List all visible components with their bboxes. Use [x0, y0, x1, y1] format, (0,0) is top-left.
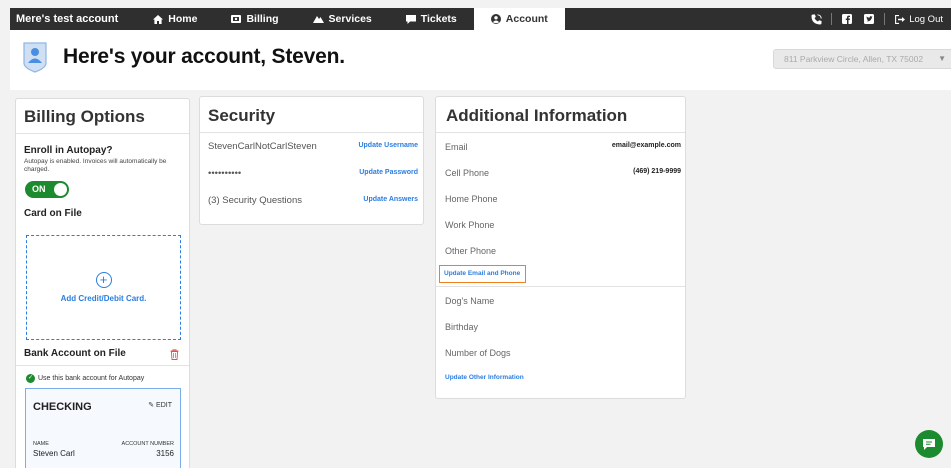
nav-billing-label: Billing	[246, 13, 279, 25]
cell-phone-label: Cell Phone	[445, 168, 490, 178]
nav-services-label: Services	[328, 13, 372, 25]
name-label: NAME	[33, 441, 49, 447]
chat-icon	[923, 438, 935, 450]
email-value: email@example.com	[611, 142, 681, 149]
autopay-heading: Enroll in Autopay?	[24, 145, 113, 156]
trash-icon[interactable]	[170, 349, 179, 360]
account-icon	[490, 14, 501, 24]
autopay-toggle[interactable]: ON	[25, 181, 69, 198]
toggle-knob	[54, 183, 67, 196]
use-bank-autopay: ✓ Use this bank account for Autopay	[26, 374, 144, 383]
use-bank-label: Use this bank account for Autopay	[38, 375, 145, 382]
logout-button[interactable]: Log Out	[889, 14, 951, 25]
security-row-questions: (3) Security Questions Update Answers	[208, 195, 418, 209]
tickets-icon	[405, 14, 416, 24]
billing-options-panel: Billing Options Enroll in Autopay? Autop…	[15, 98, 190, 468]
nav-separator	[831, 13, 833, 25]
autopay-toggle-label: ON	[32, 184, 46, 194]
check-circle-icon: ✓	[26, 374, 35, 383]
update-username-link[interactable]: Update Username	[358, 142, 418, 149]
divider	[16, 133, 189, 134]
other-phone-label: Other Phone	[445, 246, 497, 256]
info-row-birthday: Birthday	[445, 322, 681, 336]
info-row-other: Other Phone	[445, 246, 681, 260]
nav-account-label: Account	[505, 13, 548, 25]
page-header: Here's your account, Steven. 811 Parkvie…	[10, 30, 951, 90]
divider	[16, 365, 189, 366]
nav-home-label: Home	[168, 13, 198, 25]
account-number-label: ACCOUNT NUMBER	[121, 441, 174, 447]
billing-icon	[231, 15, 242, 23]
cell-phone-value: (469) 219-9999	[633, 168, 681, 175]
divider	[436, 132, 685, 133]
bank-account-heading: Bank Account on File	[24, 348, 126, 359]
info-row-work: Work Phone	[445, 220, 681, 234]
page-title: Here's your account, Steven.	[63, 45, 345, 68]
email-label: Email	[445, 142, 468, 152]
autopay-description: Autopay is enabled. Invoices will automa…	[24, 158, 167, 173]
divider	[200, 132, 423, 133]
nav-billing[interactable]: Billing	[214, 8, 295, 30]
edit-account-button[interactable]: ✎ EDIT	[148, 401, 172, 409]
twitter-icon[interactable]	[858, 8, 880, 30]
username-value: StevenCarlNotCarlSteven	[208, 141, 317, 152]
edit-label: EDIT	[156, 402, 172, 409]
nav-home[interactable]: Home	[136, 8, 214, 30]
logout-label: Log Out	[909, 13, 943, 25]
security-title: Security	[208, 106, 276, 125]
additional-info-panel: Additional Information Email email@examp…	[435, 96, 686, 399]
home-icon	[153, 14, 164, 24]
billing-options-title: Billing Options	[24, 107, 145, 126]
additional-info-title: Additional Information	[446, 106, 628, 125]
services-icon	[312, 16, 324, 23]
phone-icon[interactable]	[805, 8, 827, 30]
info-row-number-of-dogs: Number of Dogs	[445, 348, 681, 362]
user-avatar-icon	[23, 42, 47, 73]
nav-tickets-label: Tickets	[420, 13, 457, 25]
add-card-label: Add Credit/Debit Card.	[60, 294, 147, 303]
security-questions-value: (3) Security Questions	[208, 195, 302, 206]
update-email-phone-link[interactable]: Update Email and Phone	[439, 265, 526, 283]
nav-account[interactable]: Account	[473, 8, 565, 30]
birthday-label: Birthday	[445, 322, 479, 332]
info-row-cell: Cell Phone (469) 219-9999	[445, 168, 681, 182]
account-name: Steven Carl	[33, 449, 75, 458]
update-other-info-link[interactable]: Update Other Information	[445, 374, 524, 381]
bank-account-card[interactable]: CHECKING ✎ EDIT NAME Steven Carl ACCOUNT…	[25, 388, 181, 468]
facebook-icon[interactable]	[836, 8, 858, 30]
chat-button[interactable]	[915, 430, 943, 458]
password-value: ••••••••••	[208, 168, 242, 179]
info-row-dogs-name: Dog's Name	[445, 296, 681, 310]
work-phone-label: Work Phone	[445, 220, 495, 230]
address-select-value: 811 Parkview Circle, Allen, TX 75002	[784, 54, 924, 64]
account-number: 3156	[156, 449, 174, 458]
nav-separator	[884, 13, 886, 25]
home-phone-label: Home Phone	[445, 194, 498, 204]
update-answers-link[interactable]: Update Answers	[363, 196, 418, 203]
number-of-dogs-label: Number of Dogs	[445, 348, 511, 358]
nav-services[interactable]: Services	[296, 8, 389, 30]
address-select[interactable]: 811 Parkview Circle, Allen, TX 75002 ▼	[773, 49, 951, 69]
account-brand[interactable]: Mere's test account	[10, 8, 136, 30]
nav-tickets[interactable]: Tickets	[389, 8, 474, 30]
pencil-icon: ✎	[148, 402, 155, 409]
security-panel: Security StevenCarlNotCarlSteven Update …	[199, 96, 424, 225]
add-card-button[interactable]: + Add Credit/Debit Card.	[26, 235, 181, 340]
security-row-password: •••••••••• Update Password	[208, 168, 418, 182]
logout-icon	[895, 14, 906, 24]
plus-circle-icon: +	[95, 272, 112, 288]
divider	[436, 286, 685, 287]
card-on-file-heading: Card on File	[24, 208, 82, 219]
info-row-email: Email email@example.com	[445, 142, 681, 156]
dogs-name-label: Dog's Name	[445, 296, 495, 306]
update-password-link[interactable]: Update Password	[359, 169, 418, 176]
security-row-username: StevenCarlNotCarlSteven Update Username	[208, 141, 418, 155]
top-nav: Mere's test account Home Billing Service…	[10, 8, 951, 30]
info-row-home: Home Phone	[445, 194, 681, 208]
chevron-down-icon: ▼	[938, 54, 946, 63]
account-type: CHECKING	[33, 401, 92, 413]
